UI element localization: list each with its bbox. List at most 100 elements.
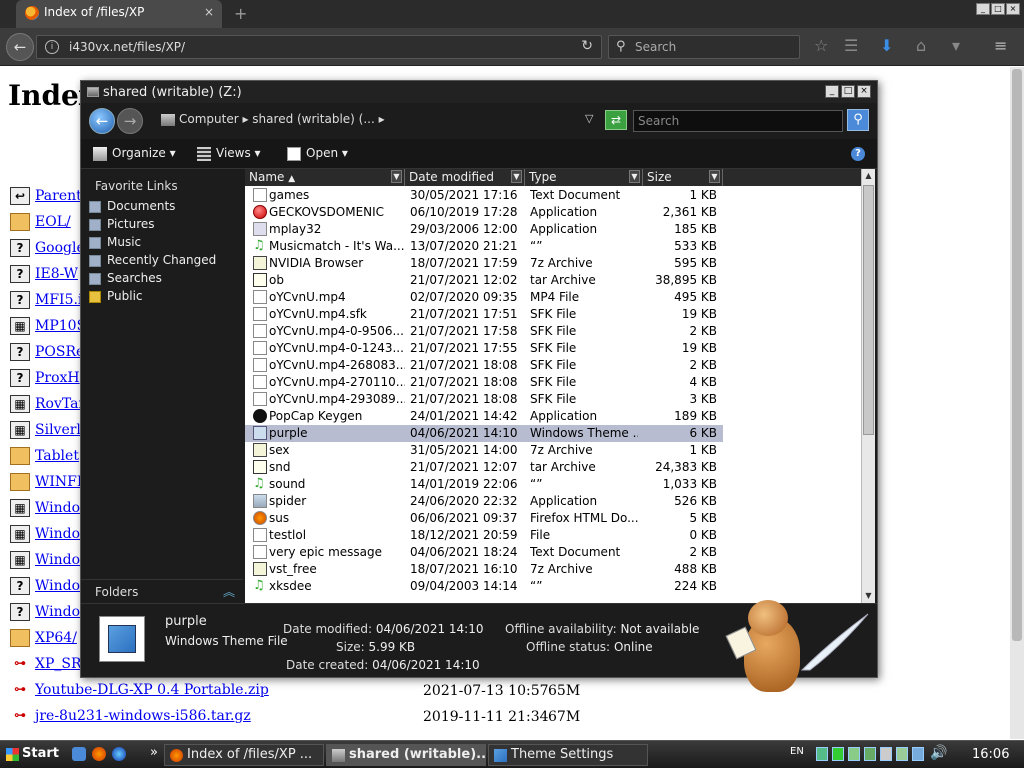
file-row[interactable]: sex 31/05/2021 14:00 7z Archive 1 KB	[245, 442, 723, 459]
info-icon[interactable]: i	[45, 40, 59, 54]
url-bar[interactable]: i i430vx.net/files/XP/ ↻	[36, 35, 602, 59]
file-row[interactable]: oYCvnU.mp4-0-1243... 21/07/2021 17:55 SFK …	[245, 340, 723, 357]
scroll-up-icon[interactable]: ▲	[862, 169, 875, 183]
file-link[interactable]: POSRe	[35, 344, 84, 360]
file-link[interactable]: XP_SR	[35, 656, 82, 672]
browser-maximize-button[interactable]: □	[991, 3, 1005, 15]
file-link[interactable]: XP64/	[35, 630, 77, 646]
close-button[interactable]: ×	[857, 85, 871, 98]
file-row[interactable]: NVIDIA Browser 18/07/2021 17:59 7z Archive…	[245, 255, 723, 272]
file-row[interactable]: vst_free 18/07/2021 16:10 7z Archive 488 KB	[245, 561, 723, 578]
tab-close-icon[interactable]: ×	[204, 5, 214, 19]
tray-app-icon[interactable]	[864, 747, 876, 761]
column-dropdown-icon[interactable]: ▼	[629, 170, 640, 183]
file-row[interactable]: spider 24/06/2020 22:32 Application 526 KB	[245, 493, 723, 510]
file-link[interactable]: Silverli	[35, 422, 85, 438]
list-item[interactable]: WINFI	[10, 473, 82, 493]
page-scroll-thumb[interactable]	[1012, 69, 1022, 641]
column-header-size[interactable]: Size ▼	[643, 169, 723, 186]
help-icon[interactable]: ?	[851, 147, 865, 161]
list-item[interactable]: ? Google	[10, 239, 85, 259]
file-row[interactable]: oYCvnU.mp4-0-9506... 21/07/2021 17:58 SFK …	[245, 323, 723, 340]
file-row[interactable]: ♫ sound 14/01/2019 22:06 “” 1,033 KB	[245, 476, 723, 493]
file-link[interactable]: EOL/	[35, 214, 71, 230]
nav-item-music[interactable]: Music	[89, 235, 141, 253]
list-item[interactable]: ↩ Parent	[10, 187, 82, 207]
file-row[interactable]: ob 21/07/2021 12:02 tar Archive 38,895 KB	[245, 272, 723, 289]
refresh-button[interactable]: ⇄	[605, 110, 627, 130]
browser-back-button[interactable]: ←	[6, 33, 34, 61]
bookmark-star-icon[interactable]: ☆	[814, 36, 828, 55]
tray-app-icon[interactable]	[912, 747, 924, 761]
file-link[interactable]: RovTar	[35, 396, 85, 412]
address-dropdown-icon[interactable]: ▽	[585, 112, 593, 125]
file-row[interactable]: oYCvnU.mp4-268083... 21/07/2021 18:08 SFK …	[245, 357, 723, 374]
list-item[interactable]: ? IE8-W	[10, 265, 78, 285]
browser-tab[interactable]: Index of /files/XP ×	[16, 0, 222, 28]
file-link[interactable]: MP10S	[35, 318, 86, 334]
firefox-icon[interactable]	[92, 747, 106, 761]
list-item[interactable]: ⊶ Youtube-DLG-XP 0.4 Portable.zip	[10, 681, 269, 701]
parent-directory-link[interactable]: Parent	[35, 188, 82, 204]
open-button[interactable]: Open ▾	[287, 146, 348, 161]
taskbar-item-theme-settings[interactable]: Theme Settings	[488, 744, 648, 766]
nav-item-searches[interactable]: Searches	[89, 271, 162, 289]
file-link[interactable]: jre-8u231-windows-i586.tar.gz	[35, 708, 251, 724]
clock[interactable]: 16:06	[972, 747, 1009, 762]
file-row[interactable]: oYCvnU.mp4-293089... 21/07/2021 18:08 SFK …	[245, 391, 723, 408]
quicklaunch-overflow-icon[interactable]: »	[150, 745, 158, 760]
file-link[interactable]: WINFI	[35, 474, 82, 490]
file-row[interactable]: testlol 18/12/2021 20:59 File 0 KB	[245, 527, 723, 544]
tray-app-icon[interactable]	[832, 747, 844, 761]
tray-app-icon[interactable]	[896, 747, 908, 761]
nav-item-pictures[interactable]: Pictures	[89, 217, 155, 235]
search-button[interactable]: ⚲	[847, 109, 869, 131]
views-button[interactable]: Views ▾	[197, 146, 261, 161]
column-dropdown-icon[interactable]: ▼	[511, 170, 522, 183]
back-button[interactable]: ←	[89, 108, 115, 134]
search-input[interactable]: Search	[633, 110, 843, 132]
file-row[interactable]: oYCvnU.mp4-270110... 21/07/2021 18:08 SFK …	[245, 374, 723, 391]
breadcrumb[interactable]: Computer ▸ shared (writable) (... ▸	[161, 112, 385, 126]
list-item[interactable]: EOL/	[10, 213, 71, 233]
file-link[interactable]: MFI5.i	[35, 292, 82, 308]
maximize-button[interactable]: □	[841, 85, 855, 98]
taskbar-item-browser[interactable]: Index of /files/XP ...	[164, 744, 324, 766]
file-row[interactable]: purple 04/06/2021 14:10 Windows Theme ... 6…	[245, 425, 723, 442]
column-dropdown-icon[interactable]: ▼	[709, 170, 720, 183]
file-row[interactable]: PopCap Keygen 24/01/2021 14:42 Application…	[245, 408, 723, 425]
taskbar-item-explorer[interactable]: shared (writable)...	[326, 744, 486, 766]
language-indicator[interactable]: EN	[790, 746, 804, 757]
reload-icon[interactable]: ↻	[581, 38, 593, 54]
file-list-scroll-thumb[interactable]	[863, 185, 874, 435]
tray-app-icon[interactable]	[880, 747, 892, 761]
start-button[interactable]: Start	[2, 744, 65, 766]
file-list-scrollbar[interactable]: ▲ ▼	[861, 169, 875, 603]
network-icon[interactable]	[816, 747, 828, 761]
column-header-name[interactable]: Name ▲ ▼	[245, 169, 405, 186]
page-scrollbar[interactable]	[1010, 67, 1024, 739]
organize-button[interactable]: Organize ▾	[93, 146, 176, 161]
new-tab-button[interactable]: +	[234, 4, 247, 23]
browser-search-input[interactable]: ⚲ Search	[608, 35, 800, 59]
file-link[interactable]: Youtube-DLG-XP 0.4 Portable.zip	[35, 682, 269, 698]
folders-toggle[interactable]: Folders ︽	[81, 579, 243, 603]
file-link[interactable]: ProxH	[35, 370, 80, 386]
download-icon[interactable]: ⬇	[880, 36, 893, 55]
list-item[interactable]: XP64/	[10, 629, 77, 649]
list-item[interactable]: ? MFI5.i	[10, 291, 82, 311]
file-row[interactable]: ♫ xksdee 09/04/2003 14:14 “” 224 KB	[245, 578, 723, 595]
nav-item-documents[interactable]: Documents	[89, 199, 175, 217]
column-dropdown-icon[interactable]: ▼	[391, 170, 402, 183]
file-link[interactable]: Tablet	[35, 448, 79, 464]
column-header-type[interactable]: Type ▼	[525, 169, 643, 186]
file-link[interactable]: Google	[35, 240, 85, 256]
list-item[interactable]: ▦ RovTar	[10, 395, 85, 415]
home-icon[interactable]: ⌂	[916, 36, 926, 55]
speaker-icon[interactable]: 🔊	[930, 745, 947, 761]
file-link[interactable]: IE8-W	[35, 266, 78, 282]
nav-item-public[interactable]: Public	[89, 289, 143, 307]
bookmarks-menu-icon[interactable]: ☰	[844, 36, 858, 55]
list-item[interactable]: Tablet	[10, 447, 79, 467]
tray-app-icon[interactable]	[848, 747, 860, 761]
